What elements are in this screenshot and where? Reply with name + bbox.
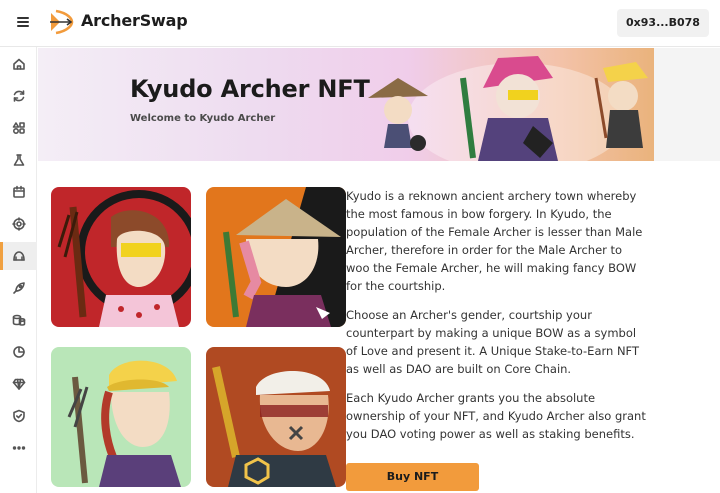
- sidebar-item-swap[interactable]: [0, 82, 37, 110]
- buy-nft-button[interactable]: Buy NFT: [346, 463, 479, 491]
- diamond-icon: [12, 378, 25, 390]
- sidebar-item-launchpad[interactable]: [0, 274, 37, 302]
- shield-check-icon: [12, 409, 25, 423]
- flask-icon: [13, 154, 24, 166]
- nft-card-female-archer-green[interactable]: [51, 347, 191, 487]
- refresh-icon: [13, 90, 24, 102]
- more-icon: [12, 446, 25, 450]
- nft-card-male-archer-orange[interactable]: [206, 187, 346, 327]
- sidebar-nav: [0, 47, 37, 493]
- nft-artwork: [51, 187, 191, 327]
- coins-icon: [12, 314, 25, 326]
- archerswap-logo-icon[interactable]: [48, 9, 76, 35]
- target-icon: [11, 217, 26, 231]
- page-subtitle: Welcome to Kyudo Archer: [130, 113, 276, 124]
- sidebar-item-nft[interactable]: [0, 242, 37, 270]
- sidebar-item-staking[interactable]: [0, 306, 37, 334]
- nft-artwork: [51, 347, 191, 487]
- hero-banner: Kyudo Archer NFT Welcome to Kyudo Archer: [38, 48, 654, 161]
- sidebar-item-pools[interactable]: [0, 178, 37, 206]
- wallet-address-button[interactable]: 0x93...B078: [617, 9, 709, 37]
- sidebar-item-vault[interactable]: [0, 370, 37, 398]
- sidebar-item-security[interactable]: [0, 402, 37, 430]
- sidebar-item-lottery[interactable]: [0, 210, 37, 238]
- archer-bow-icon: [12, 251, 25, 261]
- nft-card-female-archer-red[interactable]: [51, 187, 191, 327]
- nft-card-male-archer-rust[interactable]: [206, 347, 346, 487]
- rocket-icon: [12, 282, 25, 294]
- sidebar-item-home[interactable]: [0, 50, 37, 78]
- description-paragraph-2: Choose an Archer's gender, courtship you…: [346, 308, 639, 376]
- content-section: Kyudo is a reknown ancient archery town …: [38, 161, 720, 493]
- main-area: Kyudo Archer NFT Welcome to Kyudo Archer: [38, 48, 720, 493]
- page-title: Kyudo Archer NFT: [130, 75, 370, 103]
- shapes-icon: [12, 122, 25, 135]
- sidebar-item-more[interactable]: [0, 434, 37, 462]
- brand-name[interactable]: ArcherSwap: [81, 11, 188, 30]
- nft-artwork: [206, 187, 346, 327]
- home-icon: [12, 58, 25, 70]
- sidebar-item-analytics[interactable]: [0, 338, 37, 366]
- nft-artwork: [206, 347, 346, 487]
- sidebar-item-liquidity[interactable]: [0, 114, 37, 142]
- calendar-icon: [12, 185, 25, 198]
- hero-archers-illustration: [368, 56, 648, 161]
- description-paragraph-1: Kyudo is a reknown ancient archery town …: [346, 189, 643, 293]
- sidebar-item-farms[interactable]: [0, 146, 37, 174]
- top-bar: ArcherSwap 0x93...B078: [0, 0, 720, 47]
- hamburger-menu-icon[interactable]: [14, 15, 34, 31]
- pie-chart-icon: [12, 346, 25, 358]
- description-paragraph-3: Each Kyudo Archer grants you the absolut…: [346, 391, 646, 441]
